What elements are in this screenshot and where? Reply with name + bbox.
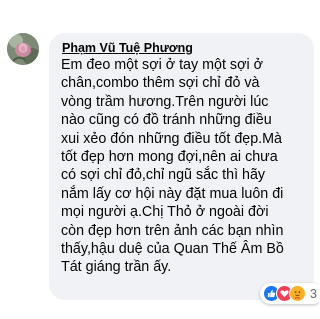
comment-author-link[interactable]: Phạm Vũ Tuệ Phương — [62, 40, 302, 56]
reaction-count: 3 — [310, 286, 317, 301]
avatar-image — [7, 33, 39, 65]
comment-line: chân,combo thêm sợi chỉ đỏ và — [61, 75, 260, 92]
comment-line: nào cũng có đồ tránh những điều — [61, 112, 272, 129]
avatar[interactable] — [7, 33, 39, 65]
comment-line: vòng trầm hương.Trên người lúc — [61, 93, 269, 110]
care-icon — [289, 285, 306, 302]
comment-text: Em đeo một sợi ở tay một sợi ở chân,comb… — [61, 56, 302, 277]
comment-line: còn đẹp hơn trên ảnh các bạn nhìn — [61, 222, 284, 239]
comment-line: tốt đẹp hơn mong đợi,nên ai chưa — [61, 149, 278, 166]
comment-line: Tát giáng trần ấy. — [61, 259, 172, 276]
comment-line: Em đeo một sợi ở tay một sợi ở — [61, 57, 263, 73]
comment-thread: Phạm Vũ Tuệ Phương Em đeo một sợi ở tay … — [0, 0, 319, 319]
comment-line: nắm lấy cơ hội này đặt mua luôn đi — [61, 185, 284, 202]
comment-actions — [58, 314, 61, 319]
comment-line: có sợi chỉ đỏ,chỉ ngũ sắc thì hãy — [61, 167, 266, 184]
comment-line: mọi người ạ.Chị Thỏ ở ngoài đời — [61, 204, 269, 221]
comment-bubble: Phạm Vũ Tuệ Phương Em đeo một sợi ở tay … — [49, 33, 314, 300]
reactions-summary[interactable]: 3 — [260, 283, 319, 304]
comment-line: thấy,hậu duệ của Quan Thế Âm Bồ — [61, 241, 284, 258]
comment-line: xui xẻo đón những điều tốt đẹp.Mà — [61, 130, 283, 147]
